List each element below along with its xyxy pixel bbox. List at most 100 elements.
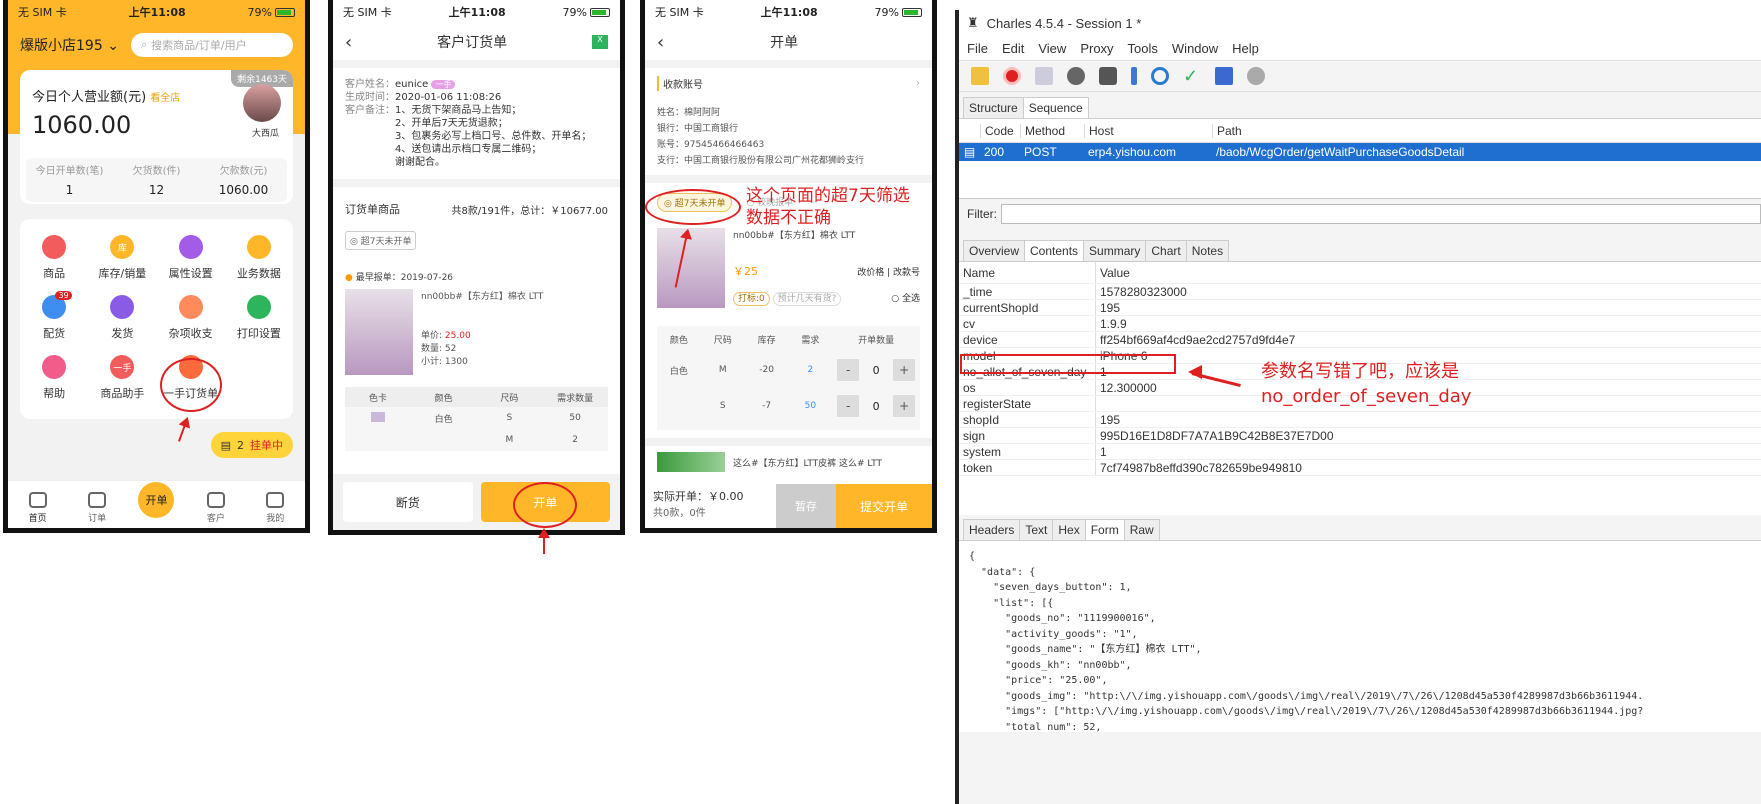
quantity-stepper[interactable]: -0 + bbox=[832, 395, 920, 417]
search-icon: ⌕ bbox=[141, 38, 148, 51]
mark-button[interactable]: 打标:0 bbox=[733, 292, 770, 306]
excel-export-icon[interactable]: X bbox=[591, 35, 608, 49]
out-of-stock-button[interactable]: 断货 bbox=[343, 482, 473, 522]
customer-icon bbox=[206, 492, 225, 508]
tab-contents[interactable]: Contents bbox=[1024, 240, 1085, 261]
pending-orders-button[interactable]: ▤ 2 挂单中 bbox=[210, 432, 293, 458]
table-cell bbox=[345, 411, 411, 425]
turtle-icon[interactable] bbox=[1067, 67, 1085, 85]
param-value: 12.300000 bbox=[1100, 381, 1157, 395]
tab-raw[interactable]: Raw bbox=[1123, 519, 1160, 540]
param-name: _time bbox=[959, 284, 1096, 299]
filter-chip-over-7-days[interactable]: ◎ 超7天未开单 bbox=[345, 231, 417, 250]
payment-account-row[interactable]: 收款账号 › bbox=[645, 60, 932, 99]
plus-button[interactable]: + bbox=[893, 395, 916, 417]
table-row[interactable]: device ff254bf669af4cd9ae2cd2757d9fd4e7 bbox=[959, 332, 1761, 348]
back-icon[interactable]: ‹ bbox=[657, 32, 664, 53]
tab-structure[interactable]: Structure bbox=[963, 97, 1024, 118]
gear-icon[interactable] bbox=[1247, 67, 1265, 85]
tab-sequence[interactable]: Sequence bbox=[1022, 97, 1089, 118]
tab-hex[interactable]: Hex bbox=[1052, 519, 1086, 540]
nav-bar: ‹ 客户订货单 X bbox=[333, 24, 620, 60]
pen-icon[interactable] bbox=[1131, 67, 1137, 85]
tab-form[interactable]: Form bbox=[1084, 519, 1125, 540]
grid-item[interactable]: 业务数据 bbox=[225, 235, 293, 281]
phone-home: 无 SIM 卡 上午11:08 79% 爆版小店195 ⌄ ⌕ 搜索商品/订单/用… bbox=[3, 0, 310, 533]
nav-home[interactable]: 首页 bbox=[14, 492, 62, 524]
table-row[interactable]: system 1 bbox=[959, 444, 1761, 460]
grid-item[interactable]: 39 配货 bbox=[20, 291, 88, 341]
filter-input[interactable] bbox=[1001, 203, 1761, 224]
search-input[interactable]: ⌕ 搜索商品/订单/用户 bbox=[131, 33, 293, 57]
grid-item[interactable]: 属性设置 bbox=[157, 235, 225, 281]
function-icon bbox=[110, 295, 135, 319]
nav-open-order[interactable]: 开单 bbox=[132, 482, 180, 524]
tools-icon[interactable] bbox=[1215, 67, 1233, 85]
table-row[interactable]: ▤ 200 POST erp4.yishou.com /baob/WcgOrde… bbox=[959, 143, 1761, 161]
grid-item[interactable]: 商品 bbox=[20, 235, 88, 281]
menu-item[interactable]: Window bbox=[1172, 41, 1218, 56]
function-grid: 商品库库存/销量 属性设置 业务数据 39 配货 发货 杂项收支 打印设置 帮助 一手 商品助手 一手… bbox=[20, 219, 293, 419]
view-all-link[interactable]: 看全店 bbox=[150, 93, 180, 104]
back-icon[interactable]: ‹ bbox=[345, 32, 352, 53]
submit-order-button[interactable]: 提交开单 bbox=[836, 484, 932, 528]
menu-item[interactable]: View bbox=[1038, 41, 1066, 56]
tab-chart[interactable]: Chart bbox=[1145, 240, 1187, 261]
menu-item[interactable]: File bbox=[967, 41, 988, 56]
record-icon[interactable] bbox=[1003, 67, 1021, 85]
table-header: 颜色 bbox=[669, 335, 688, 346]
select-all-checkbox[interactable]: ○ 全选 bbox=[891, 291, 920, 304]
grid-item[interactable]: 一手 商品助手 bbox=[88, 355, 156, 401]
minus-button[interactable]: - bbox=[837, 395, 860, 417]
quantity-stepper[interactable]: -0 + bbox=[832, 359, 920, 381]
remark-line: 谢谢配合。 bbox=[395, 157, 445, 168]
grid-item[interactable]: 库库存/销量 bbox=[88, 235, 156, 281]
table-row[interactable]: cv 1.9.9 bbox=[959, 316, 1761, 332]
save-draft-button[interactable]: 暂存 bbox=[776, 484, 836, 528]
shop-selector[interactable]: 爆版小店195 ⌄ bbox=[20, 35, 119, 55]
grid-item[interactable]: 帮助 bbox=[20, 355, 88, 401]
grid-item[interactable]: 打印设置 bbox=[225, 295, 293, 341]
table-row[interactable]: token 7cf74987b8effd390c782659be949810 bbox=[959, 460, 1761, 476]
tab-summary[interactable]: Summary bbox=[1083, 240, 1147, 261]
tab-notes[interactable]: Notes bbox=[1185, 240, 1230, 261]
eta-button[interactable]: 预计几天有货? bbox=[772, 292, 842, 306]
menu-item[interactable]: Tools bbox=[1128, 41, 1158, 56]
table-row[interactable]: _time 1578280323000 bbox=[959, 284, 1761, 300]
throttle-icon[interactable] bbox=[1035, 67, 1053, 85]
nav-orders[interactable]: 订单 bbox=[73, 492, 121, 524]
table-row[interactable]: sign 995D16E1D8DF7A7A1B9C42B8E37E7D00 bbox=[959, 428, 1761, 444]
minus-button[interactable]: - bbox=[837, 359, 860, 381]
grid-item[interactable]: 杂项收支 bbox=[157, 295, 225, 341]
table-row[interactable]: shopId 195 bbox=[959, 412, 1761, 428]
quantity-value[interactable]: 0 bbox=[863, 364, 889, 377]
tab-overview[interactable]: Overview bbox=[963, 240, 1026, 261]
refresh-icon[interactable] bbox=[1151, 67, 1169, 85]
menu-item[interactable]: Edit bbox=[1002, 41, 1024, 56]
nav-bar: ‹ 开单 bbox=[645, 24, 932, 60]
check-icon[interactable]: ✓ bbox=[1183, 67, 1201, 85]
tab-headers[interactable]: Headers bbox=[963, 519, 1021, 540]
menu-item[interactable]: Proxy bbox=[1080, 41, 1113, 56]
broom-icon[interactable] bbox=[971, 67, 989, 85]
stop-icon[interactable] bbox=[1099, 67, 1117, 85]
grid-item-label: 业务数据 bbox=[236, 267, 281, 280]
grid-item[interactable]: 发货 bbox=[88, 295, 156, 341]
json-line: "list": [{ bbox=[969, 597, 1054, 609]
nav-customers[interactable]: 客户 bbox=[192, 492, 240, 524]
plus-button[interactable]: + bbox=[893, 359, 916, 381]
bottom-bar: 断货 开单 bbox=[333, 474, 620, 530]
tab-text[interactable]: Text bbox=[1019, 519, 1054, 540]
quantity-value[interactable]: 0 bbox=[863, 400, 889, 413]
table-header: 需求 bbox=[801, 335, 820, 346]
product-image bbox=[657, 228, 725, 308]
menu-item[interactable]: Help bbox=[1232, 41, 1259, 56]
edit-code-link[interactable]: 改款号 bbox=[893, 268, 920, 278]
edit-price-link[interactable]: 改价格 bbox=[857, 268, 884, 278]
json-line: "price": "25.00", bbox=[969, 675, 1108, 686]
param-name: shopId bbox=[959, 412, 1096, 427]
table-row[interactable]: currentShopId 195 bbox=[959, 300, 1761, 316]
nav-me[interactable]: 我的 bbox=[251, 492, 299, 524]
avatar[interactable] bbox=[243, 84, 281, 122]
grid-item-label: 帮助 bbox=[43, 387, 66, 400]
